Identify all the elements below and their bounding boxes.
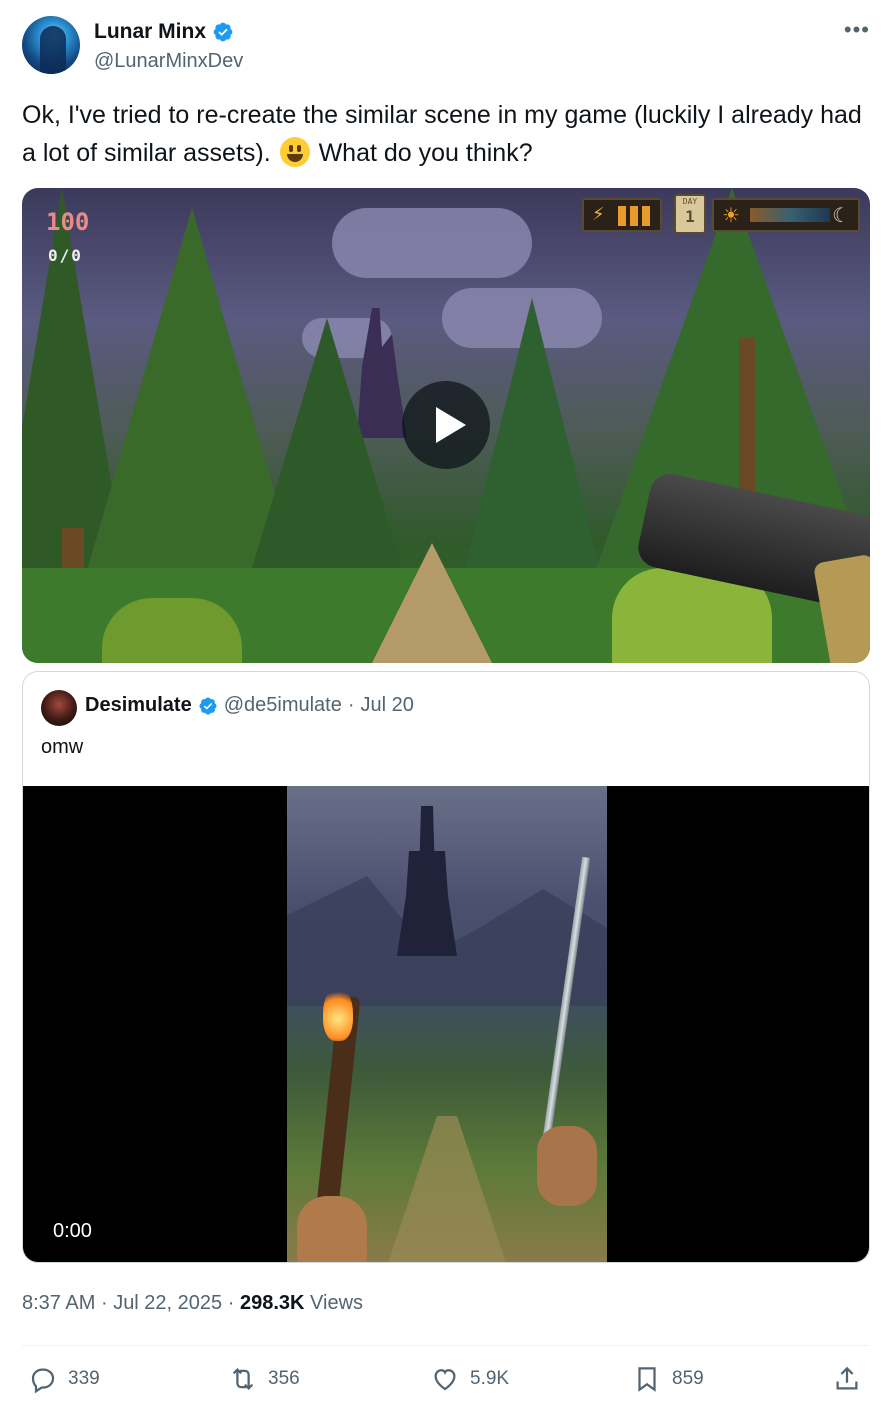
action-bar: 339 356 5.9K 859 — [22, 1364, 870, 1404]
share-icon — [836, 1366, 858, 1390]
author-name[interactable]: Lunar Minx — [94, 20, 206, 44]
dirt-path — [372, 543, 492, 663]
like-count: 5.9K — [470, 1368, 510, 1389]
pine-tree — [252, 318, 402, 568]
sun-icon: ☀ — [722, 205, 740, 227]
repost-count: 356 — [268, 1368, 300, 1389]
tree-trunk — [739, 338, 755, 508]
repost-button[interactable]: 356 — [228, 1364, 300, 1394]
bush — [102, 598, 242, 663]
play-icon[interactable] — [402, 381, 490, 469]
tweet-header: Lunar Minx @LunarMinxDev ••• — [22, 16, 870, 76]
quoted-separator: · — [347, 694, 355, 716]
quoted-video[interactable]: 0:00 — [23, 786, 869, 1262]
reply-icon — [31, 1368, 55, 1394]
reply-button[interactable]: 339 — [28, 1364, 100, 1394]
avatar-silhouette — [40, 26, 66, 74]
more-icon[interactable]: ••• — [844, 19, 870, 41]
quoted-author-avatar[interactable] — [41, 690, 77, 726]
quoted-date[interactable]: Jul 20 — [361, 694, 414, 717]
views-label: Views — [310, 1292, 364, 1314]
bookmark-count: 859 — [672, 1368, 704, 1389]
video-timestamp: 0:00 — [53, 1220, 92, 1242]
share-button[interactable] — [832, 1364, 862, 1394]
verified-badge-icon — [213, 22, 233, 42]
moon-icon: ☾ — [832, 205, 850, 227]
hud-day-night-bar: ☀ ☾ — [712, 198, 860, 232]
hud-energy-bar: ⚡ — [582, 198, 662, 232]
author-name-row: Lunar Minx — [94, 20, 234, 44]
tweet-date[interactable]: Jul 22, 2025 — [113, 1292, 222, 1314]
views-count: 298.3K — [239, 1292, 305, 1314]
left-hand — [297, 1196, 367, 1262]
quoted-author-handle[interactable]: @de5imulate — [224, 694, 342, 717]
verified-badge-icon — [199, 696, 217, 715]
valley-path — [387, 1116, 507, 1262]
tweet-video[interactable]: 100 0/0 ⚡ DAY 1 ☀ ☾ — [22, 188, 870, 663]
lightning-icon: ⚡ — [592, 204, 605, 224]
reply-count: 339 — [68, 1368, 100, 1389]
repost-icon — [232, 1368, 254, 1390]
meta-separator: · — [100, 1292, 108, 1314]
quoted-header: Desimulate @de5imulate · Jul 20 — [85, 694, 414, 717]
tweet-time[interactable]: 8:37 AM — [22, 1292, 95, 1314]
author-avatar[interactable] — [22, 16, 80, 74]
tweet-text-part-2: What do you think? — [311, 139, 533, 167]
hud-health: 100 — [46, 208, 90, 236]
hud-day-label: DAY — [682, 197, 698, 206]
quoted-tweet[interactable]: Desimulate @de5imulate · Jul 20 omw 0:00 — [22, 671, 870, 1263]
meta-separator: · — [227, 1292, 235, 1314]
author-handle[interactable]: @LunarMinxDev — [94, 50, 243, 73]
right-hand — [537, 1126, 597, 1206]
torch-flame — [323, 986, 353, 1041]
bookmark-button[interactable]: 859 — [632, 1364, 704, 1394]
like-button[interactable]: 5.9K — [430, 1364, 509, 1394]
hud-day: DAY 1 — [674, 194, 706, 234]
bookmark-icon — [638, 1367, 656, 1392]
cloud — [332, 208, 532, 278]
hud-day-number: 1 — [685, 207, 695, 226]
castle — [397, 806, 457, 956]
divider — [22, 1345, 870, 1346]
quoted-video-frame — [287, 786, 607, 1262]
tweet-text: Ok, I've tried to re-create the similar … — [22, 96, 870, 172]
time-gradient — [750, 208, 830, 222]
grinning-face-emoji-icon — [279, 137, 310, 167]
hud-ammo: 0/0 — [48, 246, 83, 265]
tweet-meta: 8:37 AM · Jul 22, 2025 · 298.3K Views — [22, 1292, 363, 1315]
heart-icon — [434, 1369, 456, 1391]
quoted-text: omw — [41, 736, 84, 758]
quoted-author-name[interactable]: Desimulate — [85, 694, 192, 717]
